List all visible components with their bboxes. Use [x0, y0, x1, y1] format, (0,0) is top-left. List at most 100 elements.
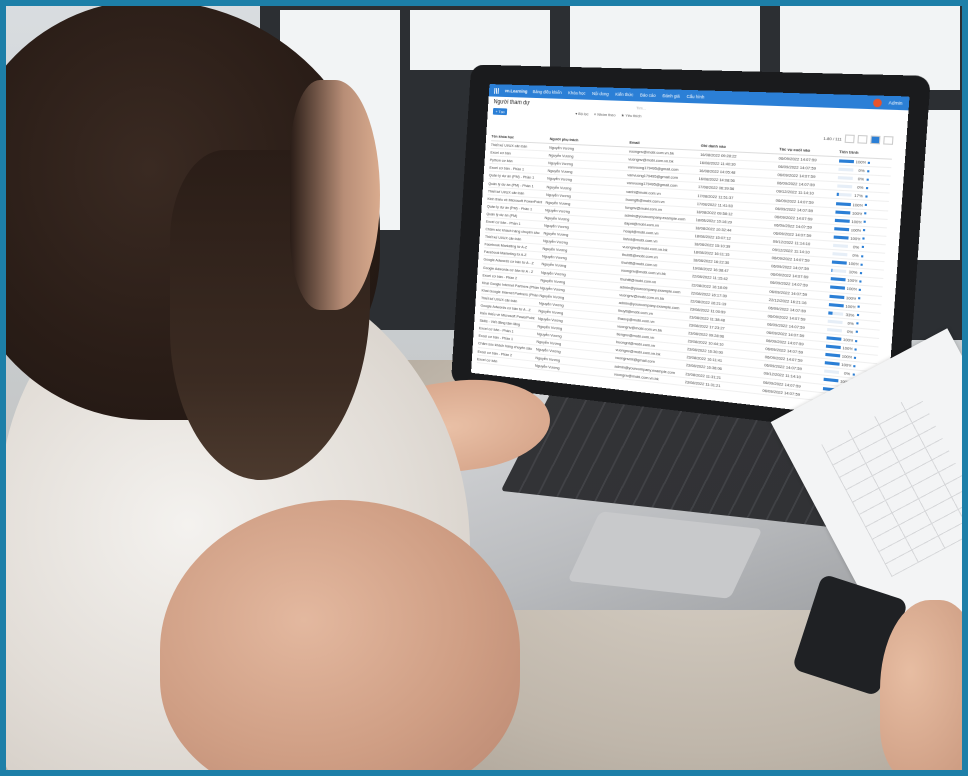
progress-fill [830, 269, 833, 273]
progress-fill [831, 260, 847, 265]
row-action-icon[interactable] [862, 220, 866, 224]
progress-percent: 100% [851, 218, 862, 225]
row-action-icon[interactable] [856, 314, 859, 317]
row-action-icon[interactable] [859, 263, 863, 266]
row-action-icon[interactable] [865, 186, 868, 190]
row-action-icon[interactable] [858, 280, 862, 283]
page-title: Người tham dự [493, 99, 530, 107]
row-action-icon[interactable] [866, 169, 869, 172]
progress-bar [832, 243, 848, 248]
progress-bar [829, 285, 845, 291]
row-action-icon[interactable] [855, 330, 858, 334]
toolbar-item[interactable]: ≡ Nhóm theo [594, 112, 616, 118]
progress-percent: 100% [851, 210, 862, 216]
column-header[interactable]: Người phụ trách [550, 136, 630, 144]
row-action-icon[interactable] [854, 339, 857, 342]
row-action-icon[interactable] [861, 246, 864, 249]
progress-cell: 0% [837, 167, 891, 175]
column-header[interactable]: Tên khóa học [491, 134, 550, 141]
column-header[interactable]: Tiến trình [839, 149, 892, 157]
row-action-icon[interactable] [861, 237, 865, 241]
search-input[interactable]: Tìm... [636, 105, 646, 110]
laptop-screen: vn.Learning Bảng điều khiển Khóa học Nội d… [471, 84, 910, 421]
kanban-view-button[interactable] [883, 136, 894, 145]
progress-bar [838, 159, 854, 164]
row-action-icon[interactable] [860, 254, 863, 257]
nav-item[interactable]: Cấu hình [686, 94, 704, 100]
table-body: Thiết kế UI/UX căn bản Nguyễn Vương vuongn… [476, 141, 892, 408]
app-logo[interactable]: vn.Learning [505, 88, 528, 93]
row-action-icon[interactable] [857, 297, 860, 300]
progress-bar [827, 319, 843, 324]
pager-prev-button[interactable] [844, 134, 855, 144]
toolbar-item[interactable]: ▾ Bộ lọc [575, 111, 588, 116]
progress-percent: 10% [848, 269, 858, 276]
row-action-icon[interactable] [859, 271, 862, 274]
progress-percent: 100% [845, 303, 856, 310]
column-header[interactable]: Ghi danh vào [701, 143, 780, 152]
progress-fill [825, 336, 841, 341]
progress-percent: 0% [846, 328, 854, 335]
progress-bar [823, 369, 839, 375]
progress-bar [835, 201, 851, 206]
nav-item[interactable]: Kiến thức [615, 92, 633, 97]
column-header[interactable]: Email [629, 140, 701, 148]
nav-item[interactable]: Khóa học [568, 90, 586, 95]
row-action-icon[interactable] [866, 178, 869, 181]
progress-fill [833, 235, 849, 240]
user-badge[interactable]: Admin [888, 100, 902, 106]
row-action-icon[interactable] [852, 373, 855, 376]
progress-fill [829, 285, 845, 291]
add-button[interactable]: + Tạo [492, 107, 508, 116]
apps-grid-icon[interactable] [494, 87, 500, 94]
progress-bar [824, 361, 840, 367]
progress-percent: 100% [842, 336, 853, 343]
row-action-icon[interactable] [855, 322, 859, 325]
list-view-button[interactable] [870, 135, 881, 145]
progress-bar [831, 260, 847, 265]
avatar[interactable] [873, 98, 883, 107]
row-action-icon[interactable] [863, 212, 866, 215]
row-action-icon[interactable] [856, 305, 860, 308]
progress-bar [825, 344, 841, 350]
progress-bar [824, 353, 840, 358]
column-header[interactable]: Tác vụ cuối vào [779, 146, 839, 154]
progress-bar [837, 176, 853, 181]
progress-fill [828, 294, 844, 299]
progress-bar [830, 277, 846, 282]
pager-next-button[interactable] [857, 134, 868, 144]
progress-fill [834, 210, 850, 215]
progress-percent: 0% [852, 252, 859, 259]
progress-bar [822, 378, 838, 383]
nav-item[interactable]: Đánh giá [662, 93, 680, 99]
row-action-icon[interactable] [853, 347, 857, 351]
progress-fill [838, 159, 854, 164]
row-action-icon[interactable] [858, 288, 861, 291]
nav-item[interactable]: Bảng điều khiển [533, 89, 562, 95]
progress-percent: 100% [841, 353, 852, 360]
progress-percent: 0% [856, 184, 864, 191]
progress-percent: 0% [847, 320, 854, 326]
holding-hand [880, 600, 968, 776]
progress-bar [830, 269, 846, 274]
row-action-icon[interactable] [867, 161, 870, 164]
row-action-icon[interactable] [864, 203, 867, 207]
row-action-icon[interactable] [852, 364, 856, 368]
progress-percent: 100% [840, 362, 851, 369]
row-action-icon[interactable] [862, 229, 865, 232]
progress-fill [824, 361, 840, 367]
progress-fill [824, 353, 840, 358]
progress-bar [833, 235, 849, 240]
progress-percent: 0% [843, 370, 851, 377]
row-action-icon[interactable] [864, 195, 868, 198]
progress-fill [828, 302, 844, 308]
progress-percent: 100% [848, 260, 859, 267]
progress-bar [827, 311, 843, 316]
progress-bar [831, 252, 847, 257]
nav-item[interactable]: Nội dung [592, 91, 609, 96]
progress-percent: 0% [857, 176, 865, 182]
progress-fill [830, 277, 846, 282]
row-action-icon[interactable] [853, 356, 856, 359]
toolbar-item[interactable]: ★ Yêu thích [621, 113, 642, 119]
nav-item[interactable]: Báo cáo [640, 93, 656, 98]
